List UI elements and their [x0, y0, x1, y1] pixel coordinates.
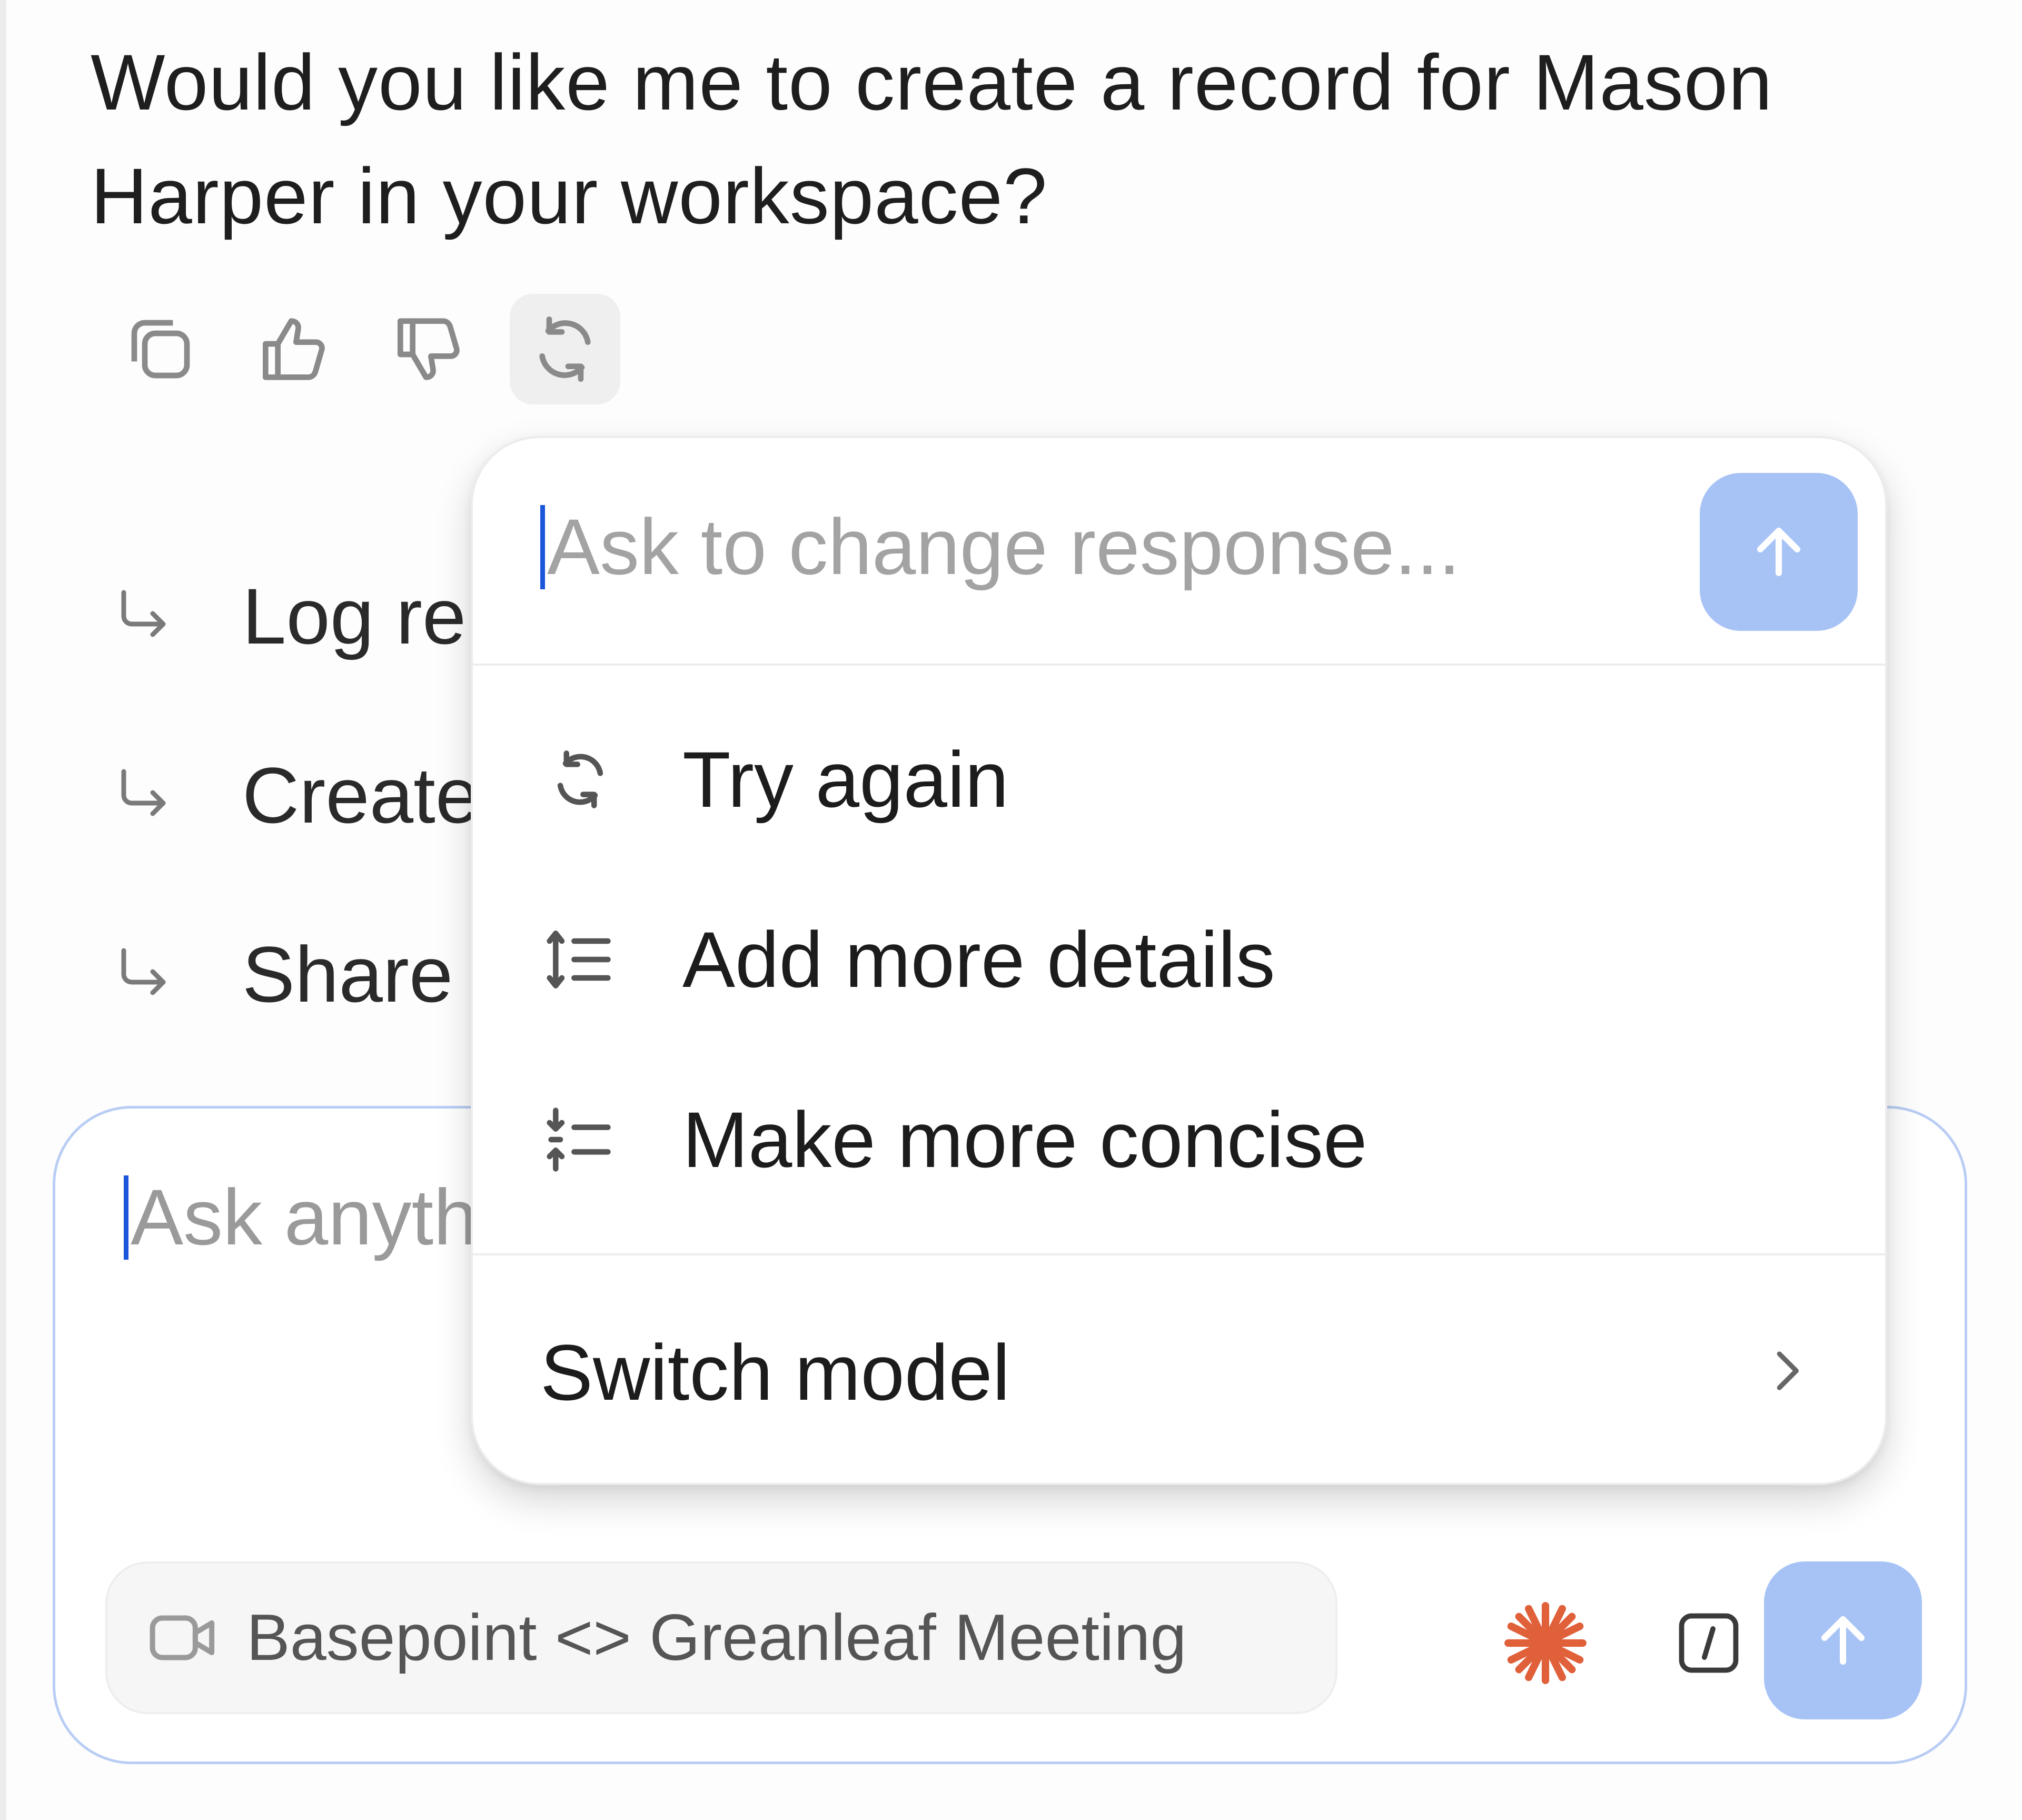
regenerate-icon	[539, 316, 591, 382]
chevron-right-icon	[1777, 1351, 1799, 1390]
text-caret	[540, 505, 545, 589]
suggestion-label: Log re	[242, 571, 467, 660]
menu-item-label: Add more details	[682, 915, 1275, 1004]
thumbs-up-button[interactable]	[240, 294, 351, 404]
compress-list-icon	[547, 1107, 611, 1172]
assistant-message: Would you like me to create a record for…	[91, 25, 1881, 253]
video-camera-icon	[150, 1615, 215, 1660]
thumbs-down-icon	[398, 318, 460, 380]
menu-item-label: Make more concise	[682, 1095, 1367, 1184]
menu-divider	[473, 1253, 1885, 1255]
context-chip[interactable]: Basepoint <> Greanleaf Meeting	[105, 1561, 1337, 1714]
menu-item-make-more-concise[interactable]: Make more concise	[473, 1055, 1885, 1224]
suggestion-label: Create	[242, 750, 480, 839]
menu-item-switch-model[interactable]: Switch model	[473, 1258, 1885, 1483]
regenerate-menu: Ask to change response... Try again Add …	[471, 436, 1887, 1485]
regenerate-button[interactable]	[510, 294, 620, 404]
send-button[interactable]	[1764, 1561, 1922, 1719]
menu-item-try-again[interactable]: Try again	[473, 695, 1885, 864]
composer-input[interactable]: Ask anyth	[124, 1172, 478, 1263]
suggestion-item[interactable]: Create	[111, 706, 479, 885]
text-caret	[124, 1175, 128, 1260]
switch-model-label: Switch model	[540, 1328, 1010, 1417]
menu-item-label: Try again	[682, 735, 1009, 824]
suggestion-item[interactable]: Share	[111, 885, 479, 1064]
assistant-message-line: Would you like me to create a record for…	[91, 38, 1773, 126]
menu-item-add-more-details[interactable]: Add more details	[473, 875, 1885, 1044]
change-response-placeholder: Ask to change response...	[547, 502, 1461, 591]
copy-button[interactable]	[105, 294, 216, 404]
suggestion-label: Share	[242, 929, 453, 1018]
slash-command-icon[interactable]	[1674, 1609, 1743, 1677]
suggestion-list: Log re Create Share	[111, 527, 479, 1064]
reply-arrow-icon	[121, 769, 166, 816]
chat-panel: Would you like me to create a record for…	[0, 0, 2022, 1820]
change-response-input[interactable]: Ask to change response...	[540, 501, 1460, 592]
context-chip-label: Basepoint <> Greanleaf Meeting	[246, 1601, 1187, 1674]
thumbs-down-button[interactable]	[375, 294, 485, 404]
arrow-up-icon	[1821, 1616, 1865, 1665]
reply-arrow-icon	[121, 590, 166, 637]
change-response-row: Ask to change response...	[473, 438, 1885, 666]
copy-icon	[131, 320, 190, 379]
composer-placeholder: Ask anyth	[131, 1173, 478, 1261]
thumbs-up-icon	[263, 318, 325, 380]
expand-list-icon	[547, 931, 611, 988]
message-actions	[105, 294, 645, 404]
suggestion-item[interactable]: Log re	[111, 527, 479, 706]
reply-arrow-icon	[121, 948, 166, 995]
change-response-send-button[interactable]	[1700, 473, 1858, 631]
assistant-message-line: Harper in your workspace?	[91, 152, 1048, 240]
arrow-up-icon	[1757, 528, 1800, 576]
regenerate-icon	[557, 750, 603, 808]
spark-icon[interactable]	[1501, 1598, 1590, 1688]
panel-left-border	[0, 0, 6, 1820]
